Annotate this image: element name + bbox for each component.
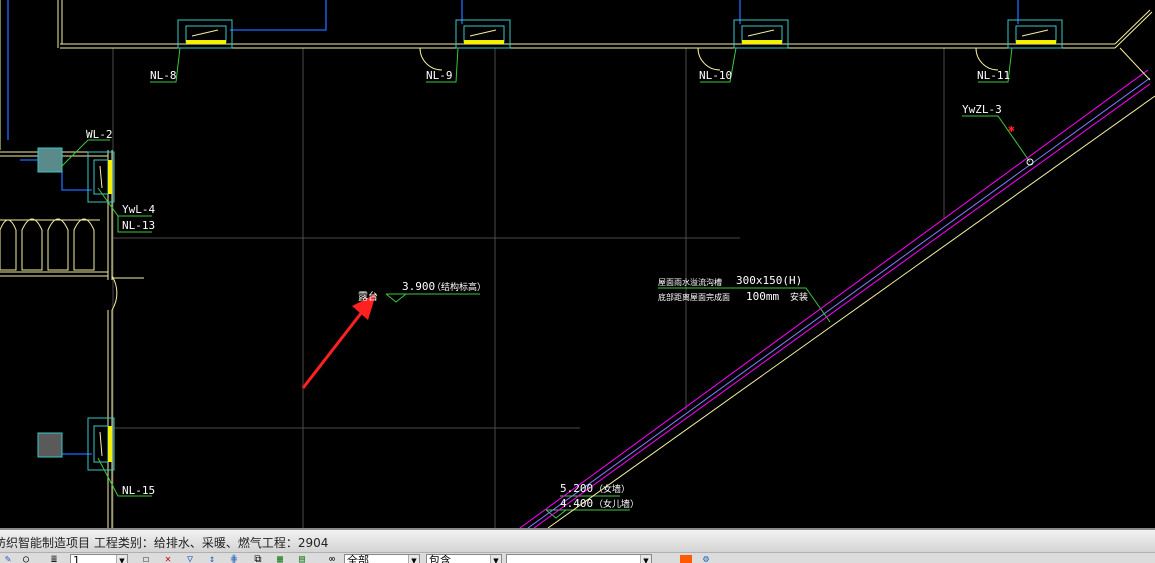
top-wall xyxy=(57,0,1153,71)
delete-icon[interactable]: ✕ xyxy=(162,555,174,563)
gutter-line1: 屋面雨水溢流沟槽 xyxy=(658,277,722,287)
label-nl8: NL-8 xyxy=(150,69,177,82)
chevron-down-icon: ▼ xyxy=(116,555,127,563)
project-status-text: 纺织智能制造项目 工程类别：给排水、采暖、燃气工程：2904 xyxy=(0,536,329,550)
roof-diagonal xyxy=(519,47,1155,528)
restroom-fixtures xyxy=(0,218,100,271)
parapet-elevation1: 5.200 xyxy=(560,482,593,495)
grid-lines xyxy=(112,48,945,528)
settings-icon[interactable]: ⚙ xyxy=(700,555,712,563)
scope-select[interactable]: 全部 ▼ xyxy=(344,554,420,563)
search-input[interactable]: ▼ xyxy=(506,554,652,563)
label-nl9: NL-9 xyxy=(426,69,453,82)
layer-icon[interactable]: ≣ xyxy=(48,555,60,563)
label-ywzl3: YwZL-3 xyxy=(962,103,1002,116)
circle-icon[interactable]: ○ xyxy=(20,555,32,563)
table-icon[interactable]: ▦ xyxy=(274,555,286,563)
gutter-line2: 底部距离屋面完成面 xyxy=(658,292,730,302)
layer-select-value: 1 xyxy=(73,554,80,563)
color-swatch-icon[interactable] xyxy=(680,555,692,563)
match-select-value: 包含 xyxy=(429,554,451,563)
copy-icon[interactable]: ⧉ xyxy=(252,555,264,563)
leader-lines xyxy=(61,47,1031,519)
parapet-note1: （女墙） xyxy=(594,483,630,495)
red-arrow-annotation xyxy=(301,294,376,389)
gutter-offset: 100mm xyxy=(746,290,779,303)
bottom-toolbar: ✎ ○ ≣ 1 ▼ ☐ ✕ ▽ ↕ ⋕ ⧉ ▦ ▤ ∞ 全部 ▼ 包含 ▼ ▼ … xyxy=(0,552,1155,563)
layer-select[interactable]: 1 ▼ xyxy=(70,554,128,563)
pencil-icon[interactable]: ✎ xyxy=(2,555,14,563)
grid-icon[interactable]: ⋕ xyxy=(228,555,240,563)
gutter-note: 安装 xyxy=(790,291,808,303)
chevron-down-icon: ▼ xyxy=(490,555,501,563)
binoculars-icon[interactable]: ∞ xyxy=(326,555,338,563)
label-nl15: NL-15 xyxy=(122,484,155,497)
label-nl10: NL-10 xyxy=(699,69,732,82)
checkbox-icon[interactable]: ☐ xyxy=(140,555,152,563)
terrace-elevation-note: （结构标高） xyxy=(432,281,486,293)
label-nl13: NL-13 xyxy=(122,219,155,232)
label-nl11: NL-11 xyxy=(977,69,1010,82)
export-icon[interactable]: ▤ xyxy=(296,555,308,563)
label-wl2: WL-2 xyxy=(86,128,113,141)
chevron-down-icon: ▼ xyxy=(640,555,651,563)
chevron-down-icon: ▼ xyxy=(408,555,419,563)
terrace-name: 露台 xyxy=(358,290,378,303)
match-select[interactable]: 包含 ▼ xyxy=(426,554,502,563)
parapet-elevation2: 4.400 xyxy=(560,497,593,510)
status-bar: 纺织智能制造项目 工程类别：给排水、采暖、燃气工程：2904 xyxy=(0,528,1155,552)
scope-select-value: 全部 xyxy=(347,554,369,563)
parapet-note2: （女儿墙） xyxy=(594,498,639,510)
red-star-marker: ✱ xyxy=(1008,122,1015,135)
gutter-size: 300x150(H) xyxy=(736,274,802,287)
label-ywl4: YwL-4 xyxy=(122,203,155,216)
move-icon[interactable]: ↕ xyxy=(206,555,218,563)
filter-icon[interactable]: ▽ xyxy=(184,555,196,563)
cad-drawing-canvas[interactable]: ✱ NL-8 NL-9 NL-10 NL-11 WL-2 YwL-4 NL-13… xyxy=(0,0,1155,528)
terrace-elevation: 3.900 xyxy=(402,280,435,293)
